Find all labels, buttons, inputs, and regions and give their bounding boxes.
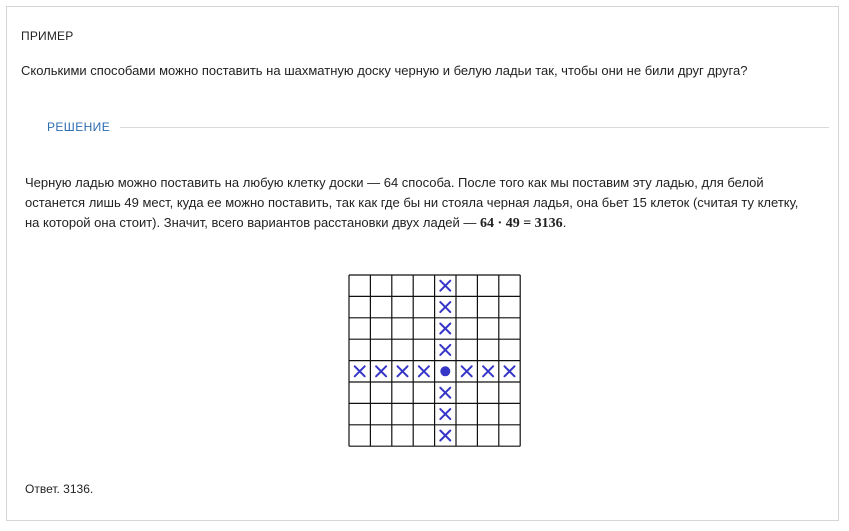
attacked-cross-icon	[439, 279, 452, 292]
solution-line-3: на которой она стоит). Значит, всего вар…	[25, 213, 825, 234]
solution-line-1: Черную ладью можно поставить на любую кл…	[25, 175, 764, 190]
solution-line-3-text: на которой она стоит). Значит, всего вар…	[25, 215, 481, 230]
attacked-cross-icon	[439, 343, 452, 356]
attacked-cross-icon	[417, 365, 430, 378]
solution-text: Черную ладью можно поставить на любую кл…	[25, 173, 825, 234]
chessboard-diagram	[348, 274, 521, 447]
solution-label: РЕШЕНИЕ	[47, 120, 111, 134]
answer-text: Ответ. 3136.	[25, 482, 94, 496]
rook-marker	[440, 366, 451, 377]
solution-divider	[120, 126, 829, 128]
attacked-cross-icon	[439, 301, 452, 314]
attacked-cross-icon	[503, 365, 516, 378]
question-text: Сколькими способами можно поставить на ш…	[21, 63, 748, 78]
attacked-cross-icon	[439, 429, 452, 442]
attacked-cross-icon	[439, 386, 452, 399]
attacked-cross-icon	[396, 365, 409, 378]
attacked-cross-icon	[353, 365, 366, 378]
solution-formula: 64 · 49 = 3136	[480, 216, 563, 231]
attacked-cross-icon	[375, 365, 388, 378]
attacked-cross-icon	[439, 408, 452, 421]
attacked-cross-icon	[460, 365, 473, 378]
example-title: ПРИМЕР	[21, 29, 74, 43]
attacked-cross-icon	[482, 365, 495, 378]
attacked-cross-icon	[439, 322, 452, 335]
solution-line-2: останется лишь 49 мест, куда ее можно по…	[25, 195, 799, 210]
example-card: ПРИМЕР Сколькими способами можно постави…	[6, 6, 839, 521]
solution-line-3-end: .	[562, 215, 567, 230]
solution-header: РЕШЕНИЕ	[21, 117, 829, 137]
